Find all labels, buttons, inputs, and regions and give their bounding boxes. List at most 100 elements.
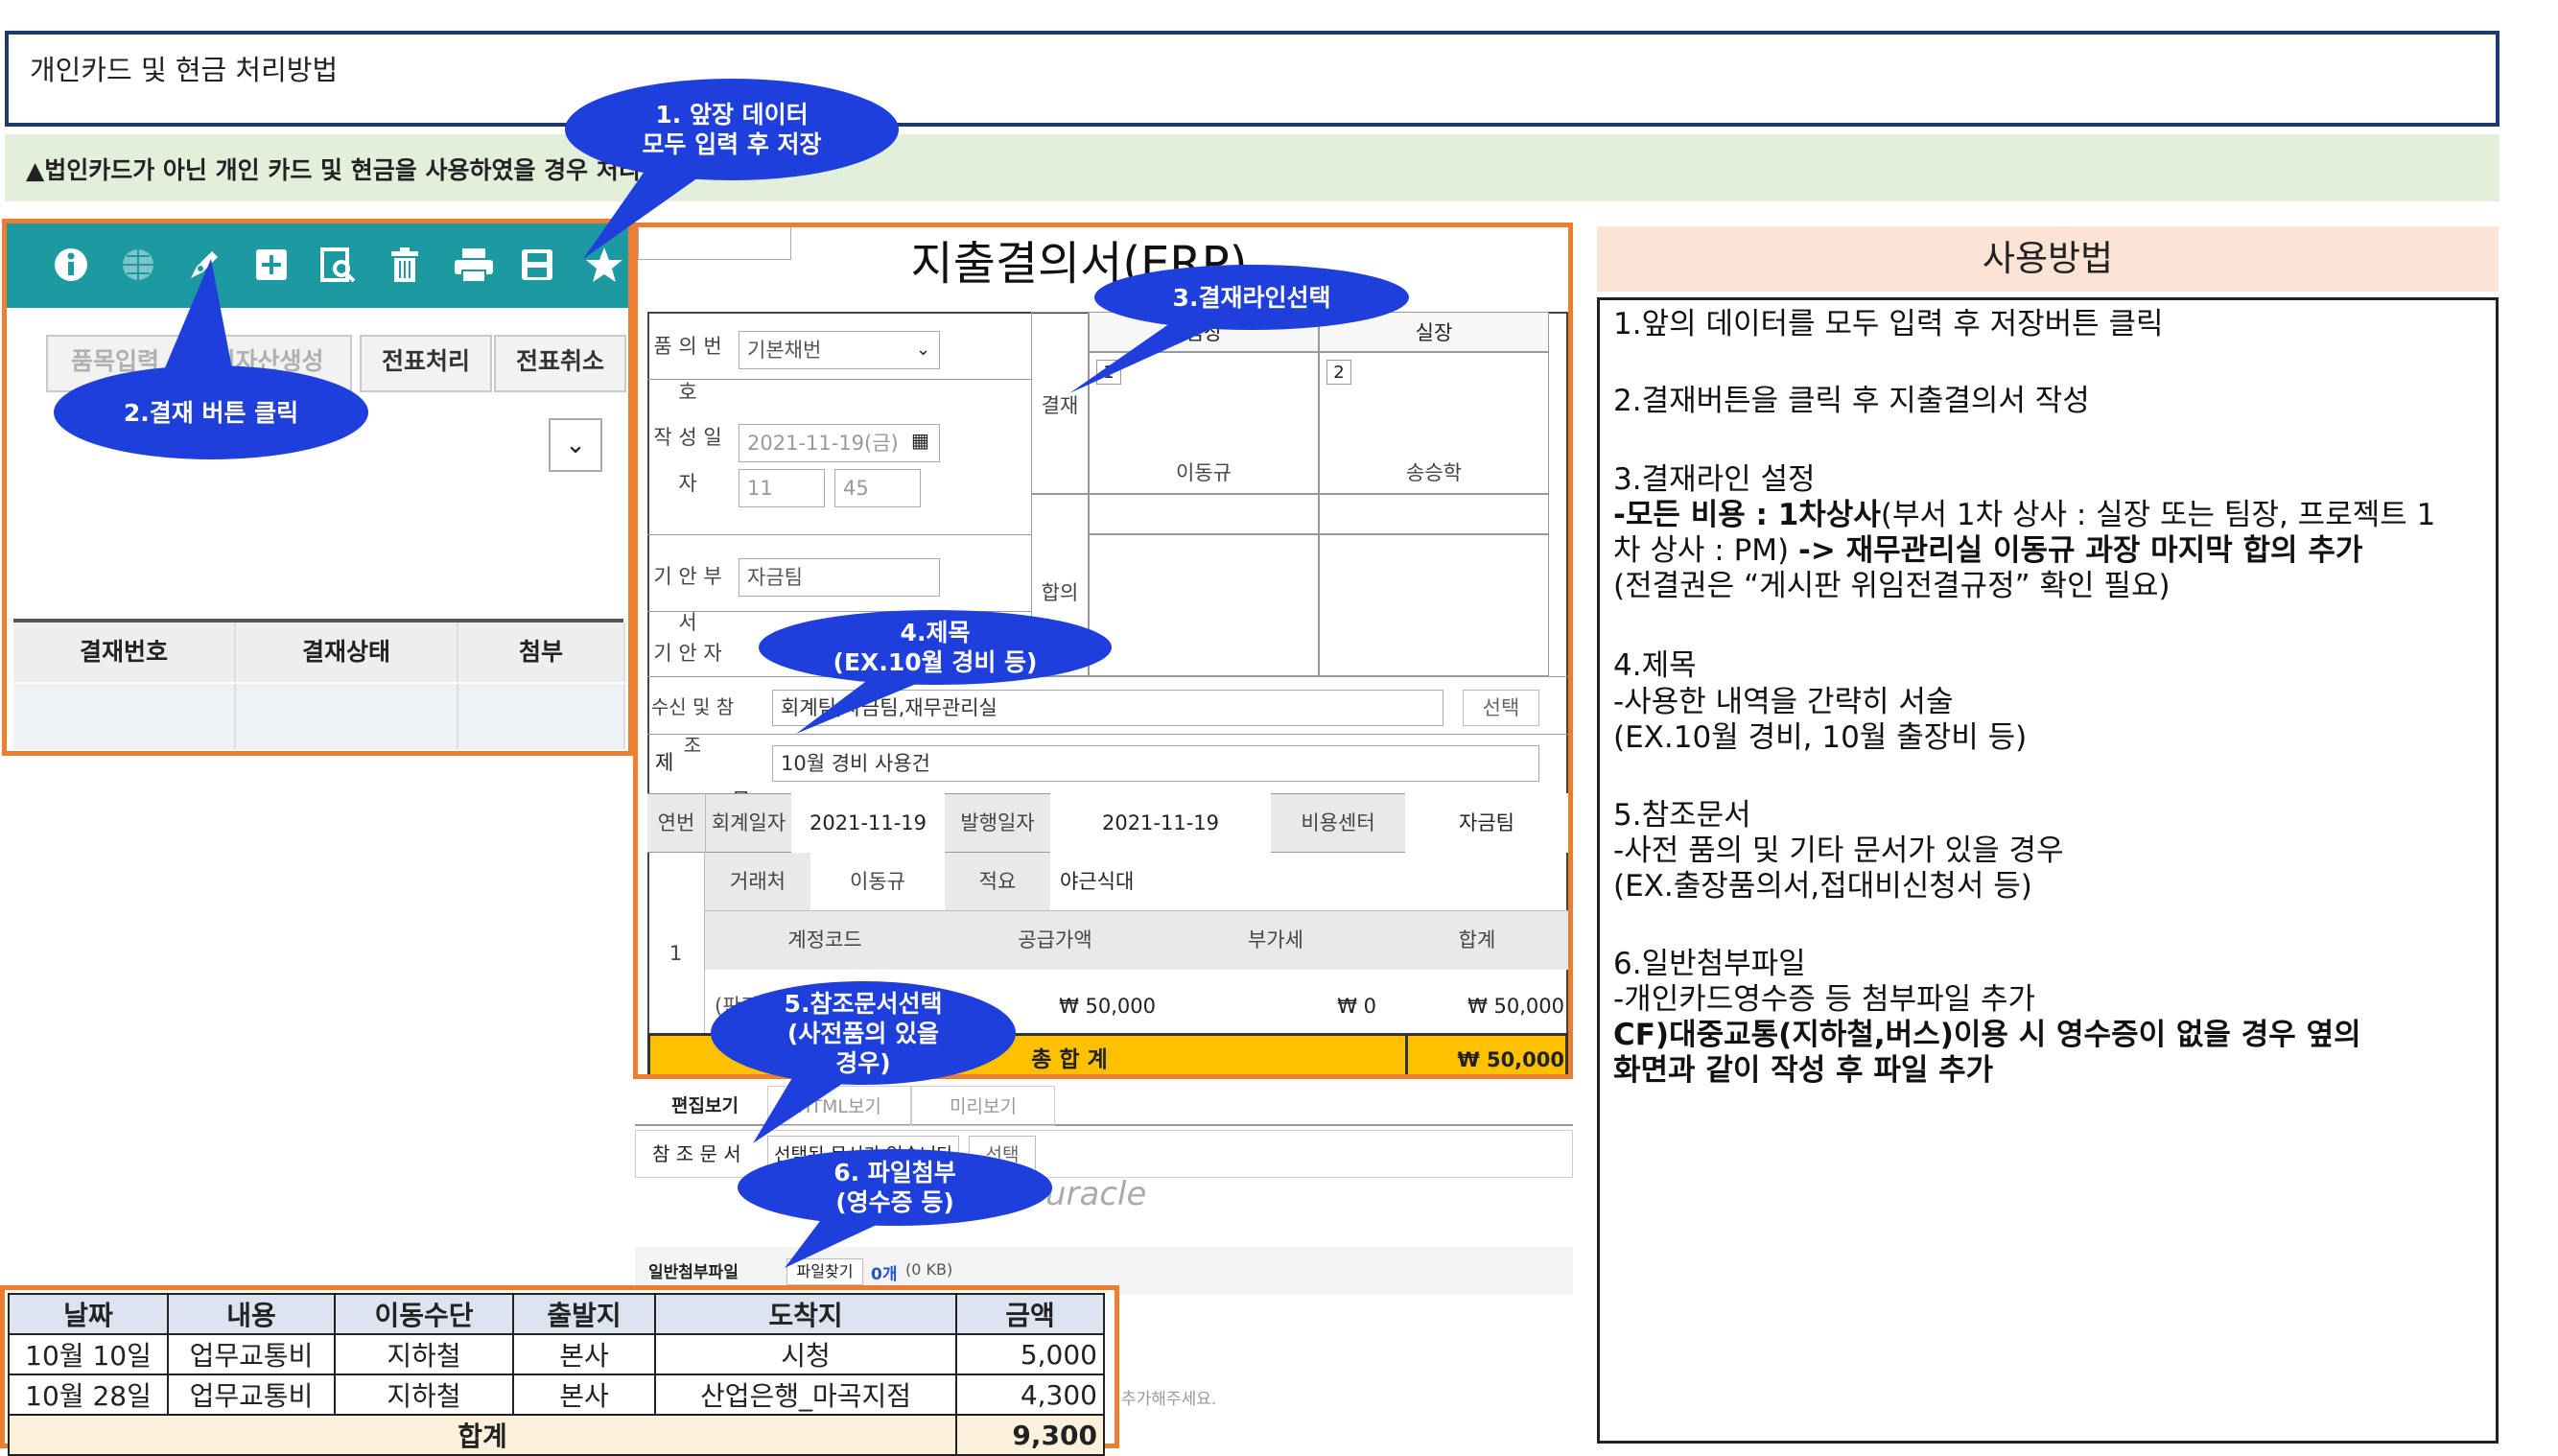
row-no-label: 연번 [657,811,695,834]
col-transport: 이동수단 [334,1293,514,1335]
usage-step5: 5.참조문서 [1613,798,1751,833]
cell-date: 10월 10일 [8,1333,169,1375]
cell-date: 10월 28일 [8,1374,169,1416]
approver2-name: 송승학 [1406,461,1462,484]
form-dropdown-stub[interactable] [638,227,791,260]
recipient-select-button[interactable]: 선택 [1463,690,1539,726]
attach-label: 일반첨부파일 [648,1263,739,1282]
col-sum: 합계 [1458,928,1496,951]
approval-no-2: 2 [1326,360,1351,385]
page-title: 개인카드 및 현금 처리방법 [30,54,339,86]
col-amount: 금액 [955,1293,1105,1335]
total-amount: 9,300 [955,1414,1105,1456]
save-icon[interactable] [518,246,556,284]
total-row: 합계 9,300 [8,1414,1105,1456]
acct-date-value[interactable]: 2021-11-19 [791,793,945,853]
doc-no-select[interactable]: 기본채번 [739,331,940,369]
table-row[interactable] [13,684,236,749]
usage-step3-line3: (전결권은 “게시판 위임전결규정” 확인 필요) [1613,569,2171,603]
divider [647,534,1031,535]
usage-step4-line2: (EX.10월 경비, 10월 출장비 등) [1613,720,2028,755]
agreement1-cell[interactable] [1089,534,1319,676]
agreement-label: 합의 [1041,581,1079,604]
globe-icon[interactable] [119,246,157,284]
attach-count: 0개 [871,1265,898,1284]
vendor-value[interactable]: 이동규 [810,853,945,910]
col-header-attachment: 첨부 [458,622,625,682]
usage-step6-line1: -개인카드영수증 등 첨부파일 추가 [1613,982,2036,1017]
page-title-box: 개인카드 및 현금 처리방법 [5,31,2499,127]
tab-edit[interactable]: 편집보기 [643,1086,767,1126]
col-arrival: 도착지 [654,1293,957,1335]
transport-table-panel: 날짜 내용 이동수단 출발지 도착지 금액 10월 10일 업무교통비 지하철 … [0,1285,1119,1456]
approver1-name: 이동규 [1176,461,1232,484]
agreement1-title [1089,494,1319,534]
trash-icon[interactable] [386,246,424,284]
usage-step6-line3: 화면과 같이 작성 후 파일 추가 [1613,1053,1994,1088]
table-row[interactable] [236,684,458,749]
cell-departure: 본사 [512,1333,656,1375]
callout-attachment: 6. 파일첨부 (영수증 등) [737,1148,1053,1268]
subject-input[interactable]: 10월 경비 사용건 [772,745,1539,782]
date-label: 작 성 일 자 [653,426,722,495]
attach-size: (0 KB) [905,1260,953,1279]
memo-label: 적요 [945,853,1050,910]
uracle-logo: uracle [1045,1175,1147,1213]
dept-select[interactable]: 자금팀 [739,558,940,597]
table-row: 10월 28일 업무교통비 지하철 본사 산업은행_마곡지점 4,300 [8,1374,1105,1416]
cell-arrival: 산업은행_마곡지점 [654,1374,957,1416]
col-header-approval-status: 결재상태 [236,622,458,682]
cost-center-value[interactable]: 자금팀 [1405,793,1568,853]
usage-heading: 사용방법 [1597,226,2499,292]
divider [647,379,1031,380]
info-icon[interactable] [52,246,90,284]
chevron-down-icon[interactable]: ⌄ [549,418,602,472]
drafter-label: 기 안 자 [653,642,722,665]
dept-label: 기 안 부 서 [653,565,722,634]
total-label: 합계 [8,1414,957,1456]
cell-arrival: 시청 [654,1333,957,1375]
hour-select[interactable]: 11 [739,469,825,507]
agreement2-title [1319,494,1549,534]
vat-value[interactable]: ₩ 0 [1165,977,1376,1035]
callout-approval-button: 2.결재 버튼 클릭 [53,259,369,460]
col-content: 내용 [167,1293,336,1335]
memo-value[interactable]: 야근식대 [1060,853,1348,910]
calendar-icon[interactable]: ▦ [911,429,936,456]
file-find-button[interactable]: 파일찾기 [786,1258,863,1285]
preview-icon[interactable] [318,246,357,284]
transport-table: 날짜 내용 이동수단 출발지 도착지 금액 10월 10일 업무교통비 지하철 … [8,1293,1105,1456]
minute-select[interactable]: 45 [834,469,921,507]
cost-center-label: 비용센터 [1301,811,1375,834]
plus-icon[interactable] [252,246,291,284]
acct-date-label: 회계일자 [705,793,791,853]
total-value: ₩ 50,000 [1405,1036,1564,1074]
divider [647,734,1568,735]
usage-step6-line2: CF)대중교통(지하철,버스)이용 시 영수증이 없을 경우 옆의 [1613,1018,2361,1052]
cell-content: 업무교통비 [167,1374,336,1416]
notice-banner: ▲법인카드가 아닌 개인 카드 및 현금을 사용하였을 경우 처리방법 [5,134,2499,201]
vendor-label: 거래처 [705,853,810,910]
tab-preview[interactable]: 미리보기 [911,1086,1055,1126]
date-input[interactable]: 2021-11-19(금) [739,424,940,462]
col-vat: 부가세 [1248,928,1303,951]
issue-date-value[interactable]: 2021-11-19 [1050,793,1271,853]
approval-label: 결재 [1041,394,1079,417]
agreement2-cell[interactable] [1319,534,1549,676]
process-voucher-button[interactable]: 전표처리 [360,335,492,392]
callout-approval-line: 3.결재라인선택 [1069,264,1410,393]
usage-step5-line1: -사전 품의 및 기타 문서가 있을 경우 [1613,834,2064,868]
cell-amount: 4,300 [955,1374,1105,1416]
subject-label: 제 목 [655,751,750,812]
col-header-approval-no: 결재번호 [13,622,236,682]
table-row[interactable] [458,684,625,749]
row-no: 1 [647,853,705,1054]
cell-transport: 지하철 [334,1374,514,1416]
callout-subject: 4.제목 (EX.10월 경비 등) [758,609,1113,734]
callout-save: 1. 앞장 데이터 모두 입력 후 저장 [564,77,900,259]
usage-step2: 2.결재버튼을 클릭 후 지출결의서 작성 [1613,384,2090,418]
print-icon[interactable] [453,246,493,284]
col-date: 날짜 [8,1293,169,1335]
cancel-voucher-button[interactable]: 전표취소 [494,335,626,392]
cell-content: 업무교통비 [167,1333,336,1375]
